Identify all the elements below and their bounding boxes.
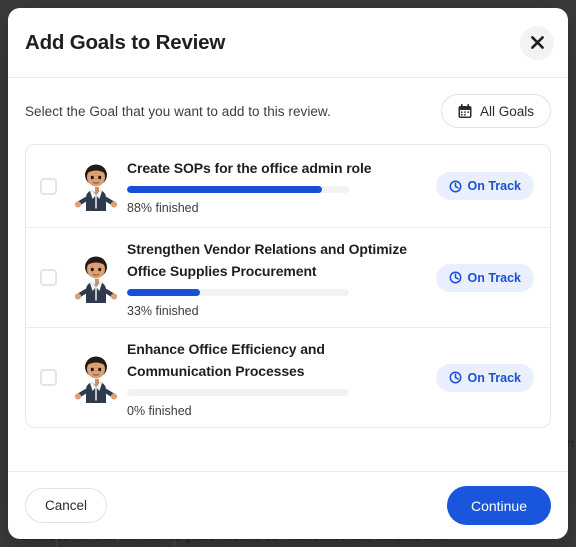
modal-body: Select the Goal that you want to add to …: [8, 78, 568, 471]
goal-progress-label: 33% finished: [127, 303, 199, 318]
goals-list: Create SOPs for the office admin role 88…: [25, 144, 551, 428]
status-badge-label: On Track: [467, 179, 522, 193]
calendar-icon: [458, 103, 472, 119]
screen: reminded me that sometimes goals need to…: [0, 0, 576, 547]
all-goals-filter-label: All Goals: [479, 103, 534, 119]
goal-title: Enhance Office Efficiency and Communicat…: [127, 340, 325, 379]
goal-row[interactable]: Create SOPs for the office admin role 88…: [26, 145, 550, 227]
clock-icon: [449, 180, 462, 193]
goal-title: Create SOPs for the office admin role: [127, 160, 372, 176]
status-badge[interactable]: On Track: [435, 263, 534, 292]
goal-row[interactable]: Enhance Office Efficiency and Communicat…: [26, 327, 550, 427]
goal-progress-fill: [127, 186, 323, 193]
goal-row[interactable]: Strengthen Vendor Relations and Optimize…: [26, 227, 550, 327]
clock-icon: [449, 271, 462, 284]
modal-header: Add Goals to Review: [8, 8, 568, 78]
goal-details: Create SOPs for the office admin role 88…: [127, 157, 436, 215]
status-badge[interactable]: On Track: [435, 172, 534, 200]
goal-progress-label: 0% finished: [127, 403, 192, 418]
goal-checkbox[interactable]: [40, 269, 57, 286]
avatar: [74, 164, 117, 211]
avatar: [74, 356, 117, 403]
status-badge-label: On Track: [467, 270, 522, 285]
goal-details: Strengthen Vendor Relations and Optimize…: [127, 238, 436, 318]
goal-progress-label: 88% finished: [127, 201, 199, 215]
goal-progress-bar: [127, 388, 349, 396]
modal-subtitle: Select the Goal that you want to add to …: [25, 103, 331, 119]
modal-footer: Cancel Continue: [8, 471, 568, 539]
goal-checkbox[interactable]: [40, 177, 57, 195]
clock-icon: [449, 371, 462, 384]
goal-title: Strengthen Vendor Relations and Optimize…: [127, 240, 407, 279]
avatar: [74, 256, 117, 303]
all-goals-filter-button[interactable]: All Goals: [440, 94, 551, 128]
status-badge[interactable]: On Track: [435, 363, 534, 392]
page-title: Add Goals to Review: [25, 30, 226, 54]
goal-details: Enhance Office Efficiency and Communicat…: [127, 338, 436, 418]
goal-progress-bar: [127, 186, 349, 193]
goal-progress-fill: [127, 288, 201, 296]
subheader-row: Select the Goal that you want to add to …: [25, 78, 551, 144]
cancel-button[interactable]: Cancel: [25, 488, 108, 523]
close-icon: [529, 34, 546, 51]
goal-checkbox[interactable]: [40, 369, 57, 386]
add-goals-modal: Add Goals to Review Select the Goal that…: [8, 8, 568, 539]
status-badge-label: On Track: [467, 370, 522, 385]
goal-progress-bar: [127, 288, 349, 296]
close-button[interactable]: [520, 25, 554, 60]
continue-button[interactable]: Continue: [446, 486, 551, 525]
